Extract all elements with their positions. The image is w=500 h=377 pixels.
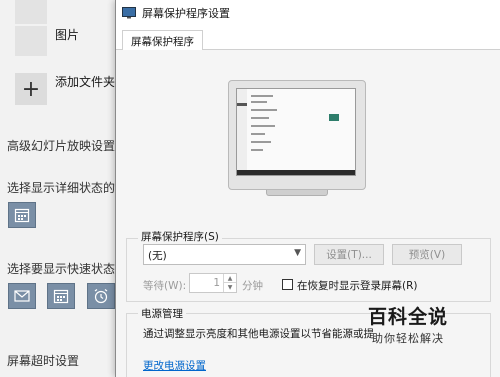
- add-folder-button[interactable]: +: [15, 73, 47, 105]
- alarm-app-button[interactable]: [87, 283, 115, 309]
- screen-saver-group-label: 屏幕保护程序(S): [138, 229, 222, 244]
- library-tile[interactable]: [15, 0, 47, 24]
- preview-text-line: [251, 109, 277, 111]
- power-management-label: 电源管理: [138, 306, 186, 321]
- alarm-clock-icon: [94, 289, 108, 304]
- calendar-quick-button[interactable]: [47, 283, 75, 309]
- preview-text-line: [251, 101, 267, 103]
- tab-strip: 屏幕保护程序: [116, 26, 500, 51]
- preview-text-line: [251, 125, 275, 127]
- preview-taskbar: [237, 170, 355, 175]
- plus-icon: +: [21, 76, 41, 102]
- pictures-label[interactable]: 图片: [55, 26, 79, 43]
- tab-screen-saver[interactable]: 屏幕保护程序: [122, 30, 203, 51]
- dialog-titlebar[interactable]: 屏幕保护程序设置: [116, 0, 500, 26]
- chevron-down-icon[interactable]: ▼: [223, 283, 236, 292]
- pictures-tile[interactable]: [15, 26, 47, 56]
- watermark-subtitle: 助你轻松解决: [372, 332, 444, 345]
- preview-selected-item: [237, 103, 247, 106]
- power-description: 通过调整显示亮度和其他电源设置以节省能源或提: [143, 328, 374, 340]
- preview-text-line: [251, 95, 273, 97]
- dialog-title: 屏幕保护程序设置: [142, 7, 230, 20]
- wait-label: 等待(W):: [143, 280, 187, 292]
- monitor-preview: [228, 80, 366, 198]
- preview-dialog-thumbnail: [329, 114, 339, 121]
- preview-text-line: [251, 149, 263, 151]
- calendar-icon: [53, 289, 69, 304]
- preview-text-line: [251, 141, 271, 143]
- calendar-icon: [14, 208, 30, 223]
- add-folder-label[interactable]: 添加文件夹: [55, 73, 115, 90]
- calendar-app-button[interactable]: [8, 202, 36, 228]
- change-power-settings-link[interactable]: 更改电源设置: [143, 358, 206, 373]
- wait-minutes-stepper[interactable]: 1 ▲ ▼: [189, 273, 237, 293]
- chevron-down-icon: ▼: [294, 248, 301, 258]
- screen-saver-selected-value: (无): [148, 250, 167, 262]
- resume-login-checkbox[interactable]: [282, 279, 293, 290]
- wait-unit: 分钟: [242, 280, 263, 292]
- preview-text-line: [251, 133, 265, 135]
- preview-sidebar: [237, 89, 247, 175]
- monitor-stand: [266, 190, 328, 196]
- settings-button[interactable]: 设置(T)...: [314, 244, 384, 265]
- watermark: 百科全说 助你轻松解决: [368, 302, 448, 346]
- screen-timeout-link[interactable]: 屏幕超时设置: [7, 352, 79, 369]
- display-settings-icon: [122, 7, 136, 19]
- watermark-title: 百科全说: [368, 306, 449, 328]
- resume-login-label[interactable]: 在恢复时显示登录屏幕(R): [297, 278, 418, 293]
- monitor-screen: [236, 88, 356, 176]
- wait-minutes-value: 1: [213, 277, 220, 289]
- mail-app-button[interactable]: [8, 283, 36, 309]
- screen-saver-select[interactable]: (无) ▼: [143, 244, 306, 265]
- preview-button[interactable]: 预览(V): [392, 244, 462, 265]
- mail-icon: [14, 290, 30, 302]
- advanced-slideshow-link[interactable]: 高级幻灯片放映设置: [7, 137, 115, 154]
- preview-text-line: [251, 117, 269, 119]
- detail-status-heading: 选择显示详细状态的应: [7, 181, 128, 195]
- chevron-up-icon[interactable]: ▲: [223, 274, 236, 283]
- quick-status-heading: 选择要显示快速状态的: [7, 262, 128, 276]
